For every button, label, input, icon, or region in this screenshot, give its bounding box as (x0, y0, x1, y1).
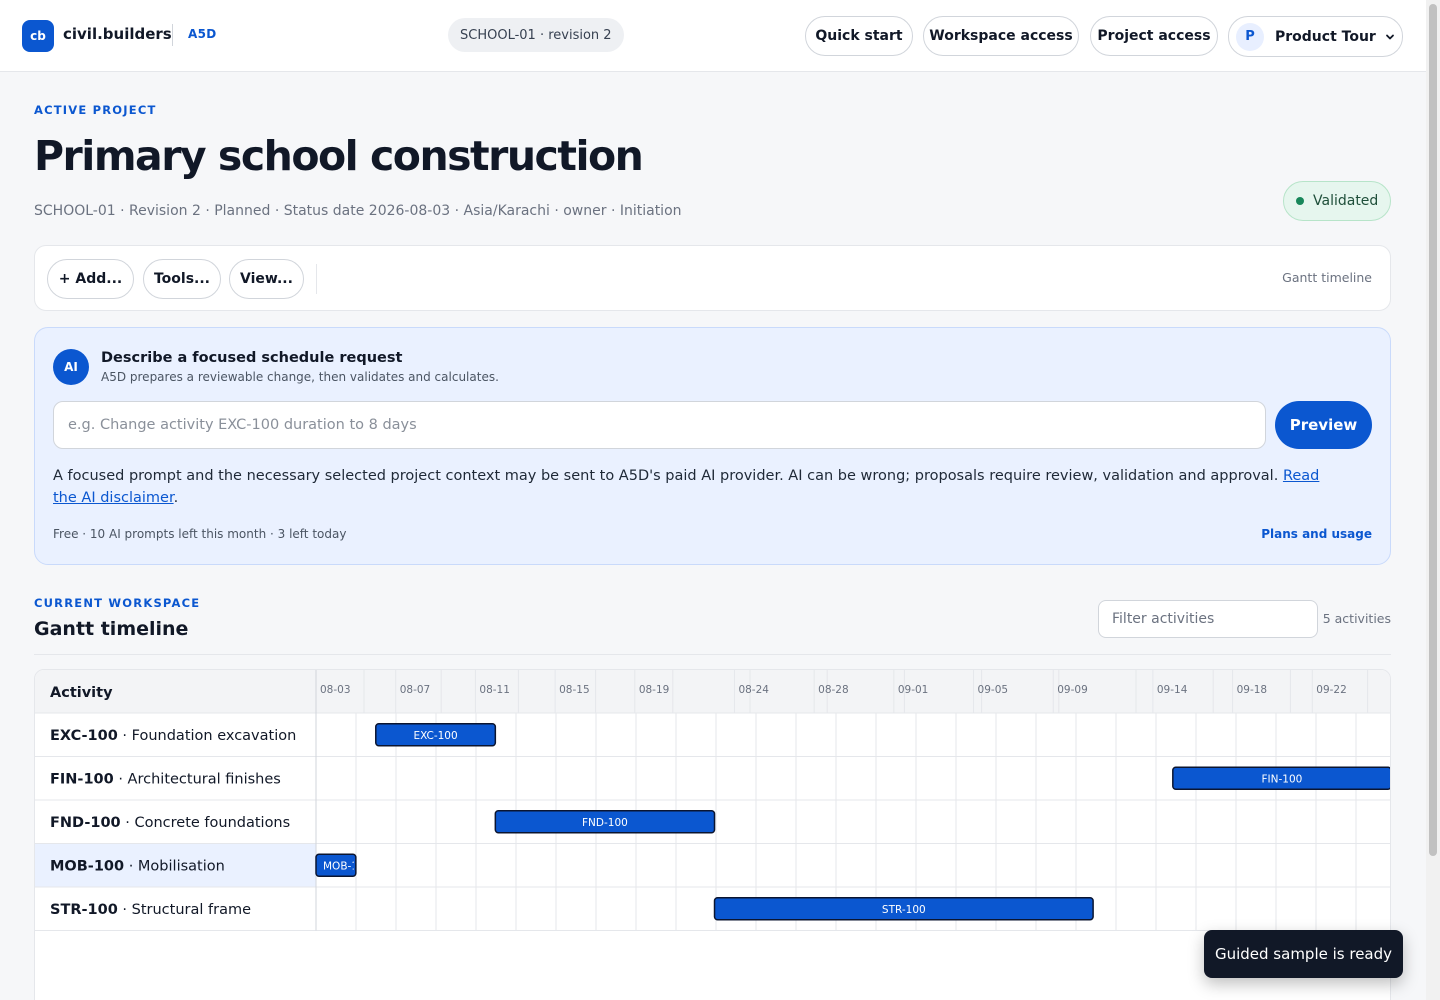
tick-label: 08-11 (479, 684, 510, 696)
project-access-button[interactable]: Project access (1090, 16, 1218, 56)
active-project-eyebrow: ACTIVE PROJECT (34, 103, 157, 117)
gantt-header-bg (35, 670, 1390, 713)
project-meta: SCHOOL-01 · Revision 2 · Planned · Statu… (34, 203, 682, 219)
activity-name: · Architectural finishes (114, 771, 281, 787)
workspace-divider (34, 654, 1391, 655)
user-menu-button[interactable]: P Product Tour (1228, 16, 1403, 57)
ai-badge-icon: AI (53, 349, 89, 385)
avatar: P (1236, 22, 1264, 51)
brand-divider (172, 24, 173, 46)
activity-id: FIN-100 (50, 771, 114, 787)
gantt-chart: Activity 08-03 08-07 08-11 08-15 08-19 08-24 08… (34, 669, 1391, 1000)
logo-badge[interactable]: cb (22, 20, 54, 52)
status-badge: Validated (1283, 181, 1391, 221)
gantt-svg: Activity 08-03 08-07 08-11 08-15 08-19 08-24 08… (35, 670, 1390, 931)
tick-label: 09-18 (1237, 684, 1268, 696)
top-bar: cb civil.builders A5D SCHOOL-01 · revisi… (0, 0, 1426, 72)
tick-label: 09-09 (1057, 684, 1088, 696)
workspace-access-button[interactable]: Workspace access (923, 16, 1079, 56)
filter-activities-input[interactable] (1098, 600, 1318, 638)
page-title: Primary school construction (34, 132, 644, 180)
brand-tag: A5D (188, 27, 217, 41)
quick-start-button[interactable]: Quick start (805, 16, 913, 56)
activity-name: · Foundation excavation (118, 728, 296, 744)
workspace-title: Gantt timeline (34, 618, 189, 640)
tick-label: 08-03 (320, 684, 351, 696)
tick-label: 08-28 (818, 684, 849, 696)
tick-label: 09-14 (1157, 684, 1188, 696)
ai-disclaimer-text: A focused prompt and the necessary selec… (53, 465, 1343, 509)
user-name: Product Tour (1275, 28, 1376, 45)
activity-count: 5 activities (1322, 611, 1391, 626)
revision-chip: SCHOOL-01 · revision 2 (448, 18, 624, 52)
ai-panel-title: Describe a focused schedule request (101, 350, 403, 366)
tick-label: 09-22 (1316, 684, 1347, 696)
ai-disclaimer-end: . (173, 490, 179, 506)
add-menu-button[interactable]: + Add... (47, 259, 134, 299)
activity-name: · Structural frame (118, 902, 251, 918)
activity-id: FND-100 (50, 815, 121, 831)
toast-notification: Guided sample is ready (1204, 930, 1403, 978)
activity-bar-label: STR-100 (882, 904, 926, 916)
activity-bar-label: EXC-100 (413, 730, 457, 742)
view-menu-button[interactable]: View... (229, 259, 304, 299)
activity-bar-label: FIN-100 (1261, 773, 1302, 785)
status-dot-icon (1296, 197, 1304, 205)
tools-menu-button[interactable]: Tools... (143, 259, 221, 299)
gantt-header-activity: Activity (50, 685, 113, 701)
chevron-down-icon (1385, 34, 1394, 39)
tick-label: 08-15 (559, 684, 590, 696)
activity-name: · Mobilisation (124, 858, 225, 874)
project-toolbar: + Add... Tools... View... Gantt timeline (34, 245, 1391, 311)
tick-label: 09-01 (898, 684, 929, 696)
ai-usage-text: Free · 10 AI prompts left this month · 3… (53, 527, 347, 541)
ai-panel-subtitle: A5D prepares a reviewable change, then v… (101, 370, 499, 384)
tick-label: 08-19 (639, 684, 670, 696)
plans-and-usage-link[interactable]: Plans and usage (1261, 527, 1372, 541)
activity-row-label[interactable]: FIN-100 · Architectural finishes (50, 771, 281, 787)
tick-label: 08-07 (400, 684, 431, 696)
brand-name[interactable]: civil.builders (63, 25, 172, 43)
current-view-label: Gantt timeline (1282, 270, 1372, 285)
activity-row-label[interactable]: EXC-100 · Foundation excavation (50, 728, 296, 744)
ai-disclaimer-body: A focused prompt and the necessary selec… (53, 468, 1279, 484)
ai-prompt-input[interactable] (53, 401, 1266, 449)
ai-request-panel: AI Describe a focused schedule request A… (34, 327, 1391, 565)
scrollbar-thumb[interactable] (1429, 4, 1437, 856)
tick-label: 09-05 (978, 684, 1009, 696)
activity-row-label[interactable]: STR-100 · Structural frame (50, 902, 251, 918)
activity-row-label[interactable]: MOB-100 · Mobilisation (50, 858, 225, 874)
activity-bar-label: MOB-100 (323, 860, 371, 872)
toolbar-divider (316, 264, 317, 294)
preview-button[interactable]: Preview (1275, 401, 1372, 449)
activity-row-label[interactable]: FND-100 · Concrete foundations (50, 815, 290, 831)
tick-label: 08-24 (738, 684, 769, 696)
activity-id: STR-100 (50, 902, 118, 918)
activity-name: · Concrete foundations (121, 815, 291, 831)
workspace-eyebrow: CURRENT WORKSPACE (34, 596, 201, 610)
activity-id: EXC-100 (50, 728, 118, 744)
activity-id: MOB-100 (50, 858, 124, 874)
status-label: Validated (1313, 193, 1379, 209)
activity-bar-label: FND-100 (582, 817, 628, 829)
